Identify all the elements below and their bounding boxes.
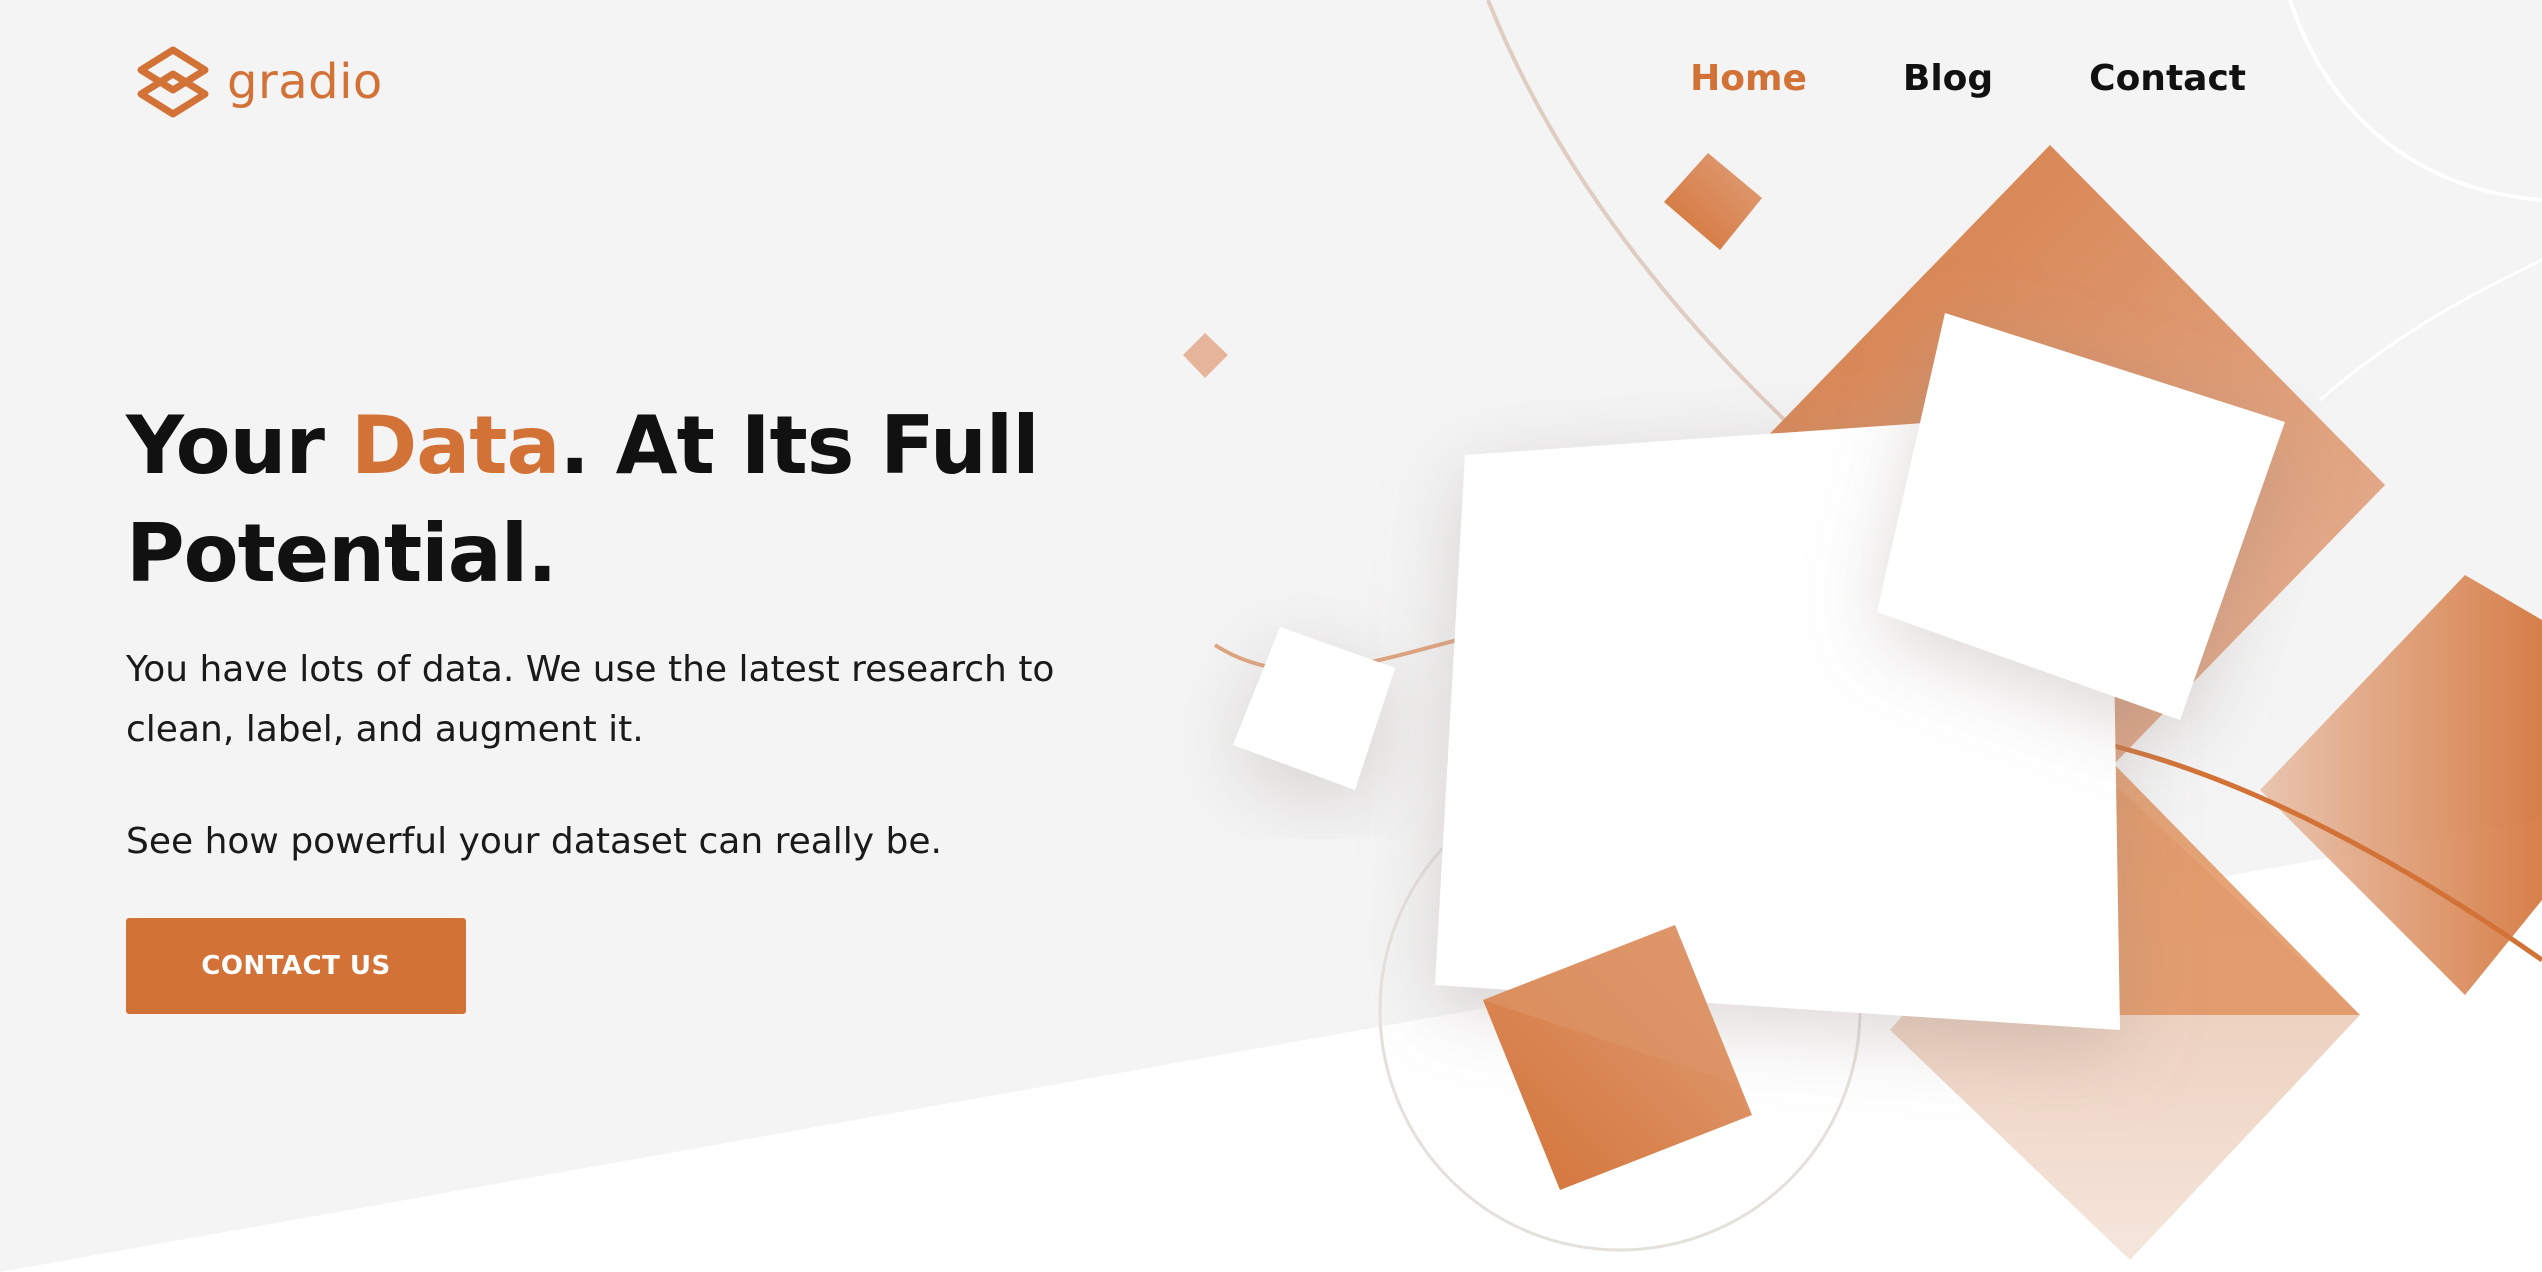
gradio-logo-icon bbox=[137, 46, 209, 118]
landing-page: gradio Home Blog Contact Your Data. At I… bbox=[0, 0, 2542, 1272]
nav-contact[interactable]: Contact bbox=[2089, 58, 2246, 99]
white-square-small bbox=[1233, 627, 1395, 790]
main-nav: Home Blog Contact bbox=[1690, 58, 2246, 99]
hero-illustration bbox=[0, 0, 2542, 1272]
brand-name: gradio bbox=[227, 54, 383, 110]
hero-title: Your Data. At Its Full Potential. bbox=[126, 392, 1186, 608]
tiny-diamond bbox=[1183, 333, 1228, 378]
hero-title-accent: Data bbox=[350, 399, 561, 492]
arc-line bbox=[2288, 0, 2542, 202]
nav-home[interactable]: Home bbox=[1690, 58, 1807, 99]
small-diamond bbox=[1664, 153, 1762, 250]
arc-line bbox=[2319, 258, 2542, 402]
contact-us-button[interactable]: CONTACT US bbox=[126, 918, 466, 1014]
nav-blog[interactable]: Blog bbox=[1903, 58, 1993, 99]
hero-title-part1: Your bbox=[126, 399, 351, 492]
hero-tagline: See how powerful your dataset can really… bbox=[126, 821, 942, 862]
brand-logo-link[interactable]: gradio bbox=[135, 44, 383, 120]
hero-description: You have lots of data. We use the latest… bbox=[126, 649, 1055, 750]
